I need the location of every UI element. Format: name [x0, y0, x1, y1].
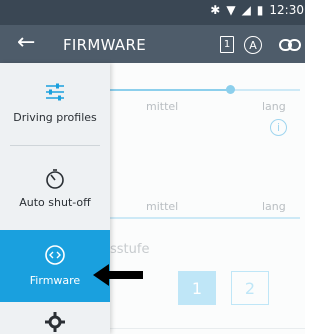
- level-2-button[interactable]: 2: [231, 271, 269, 305]
- navigation-drawer: Driving profiles Auto shut-off Firmware: [0, 63, 110, 334]
- status-bar: ✱ ▼ ◢ ▮ 12:30: [0, 0, 305, 25]
- app-bar: ← FIRMWARE 1 A: [0, 25, 305, 63]
- drawer-item-settings[interactable]: [0, 304, 110, 334]
- arrow-left-icon[interactable]: ←: [17, 31, 35, 55]
- wifi-icon: ▼: [226, 3, 236, 17]
- slider-2-label-long: lang: [262, 200, 286, 213]
- level-label: sstufe: [110, 242, 150, 257]
- timer-icon: [0, 168, 110, 190]
- slider-thumb-1[interactable]: [226, 85, 235, 94]
- gear-icon: [0, 312, 110, 332]
- slider-1-label-mid: mittel: [146, 100, 179, 113]
- info-icon[interactable]: i: [270, 119, 287, 136]
- battery-icon: ▮: [256, 3, 264, 17]
- status-time: 12:30: [269, 3, 304, 17]
- divider: [110, 328, 305, 329]
- annotation-arrow-icon: [93, 264, 143, 286]
- status-icons: ✱ ▼ ◢ ▮ 12:30: [210, 3, 305, 17]
- level-1-button[interactable]: 1: [178, 271, 216, 305]
- drawer-divider: [10, 145, 100, 146]
- slider-fill-1: [110, 89, 230, 91]
- slider-1-label-long: lang: [262, 100, 286, 113]
- sliders-icon: [0, 83, 110, 101]
- link-icon[interactable]: [279, 36, 301, 53]
- drawer-item-label: Driving profiles: [13, 111, 97, 124]
- code-icon: [0, 244, 110, 266]
- slider-2-label-mid: mittel: [146, 200, 179, 213]
- drawer-item-auto-shut-off[interactable]: Auto shut-off: [0, 153, 110, 233]
- signal-icon: ◢: [241, 3, 251, 17]
- page-title: FIRMWARE: [63, 36, 146, 54]
- profile-1-button[interactable]: 1: [220, 36, 234, 53]
- drawer-item-driving-profiles[interactable]: Driving profiles: [0, 63, 110, 143]
- slider-track-2[interactable]: [110, 217, 300, 219]
- bluetooth-icon: ✱: [210, 3, 221, 17]
- auto-mode-button[interactable]: A: [244, 36, 262, 54]
- drawer-item-label: Auto shut-off: [19, 196, 91, 209]
